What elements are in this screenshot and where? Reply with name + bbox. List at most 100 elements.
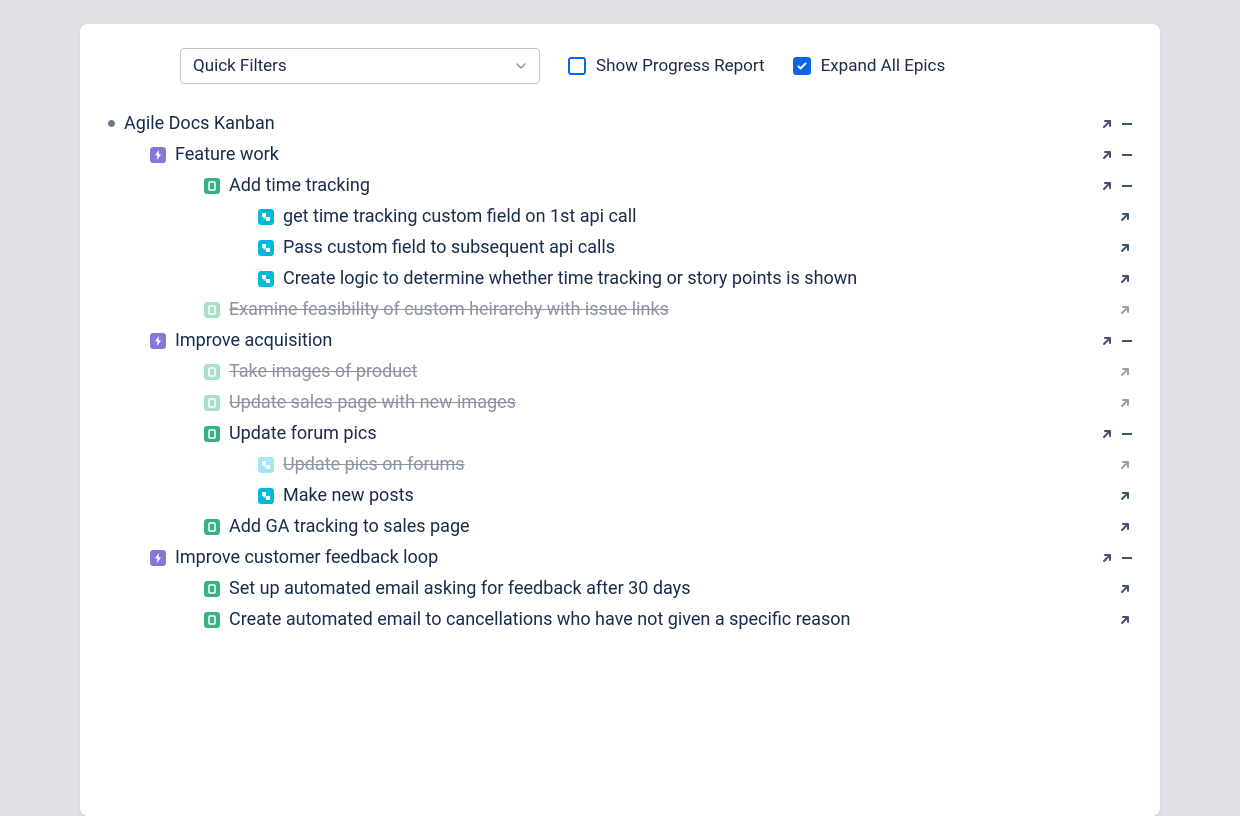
tree-row-label: Update forum pics [229, 418, 377, 449]
tree-row[interactable]: Make new posts [108, 480, 1132, 511]
open-externally-icon[interactable] [1100, 179, 1114, 193]
tree-row-label: Add time tracking [229, 170, 370, 201]
open-externally-icon[interactable] [1118, 458, 1132, 472]
row-actions [1118, 303, 1132, 317]
tree-row-label: get time tracking custom field on 1st ap… [283, 201, 636, 232]
row-actions [1118, 613, 1132, 627]
tree-row[interactable]: Agile Docs Kanban [108, 108, 1132, 139]
story-icon [204, 612, 220, 628]
quick-filters-label: Quick Filters [193, 56, 287, 76]
open-externally-icon[interactable] [1118, 396, 1132, 410]
row-actions [1118, 520, 1132, 534]
story-icon [204, 426, 220, 442]
tree-row[interactable]: Update sales page with new images [108, 387, 1132, 418]
open-externally-icon[interactable] [1100, 551, 1114, 565]
open-externally-icon[interactable] [1100, 117, 1114, 131]
row-actions [1100, 117, 1132, 131]
tree-row[interactable]: Create logic to determine whether time t… [108, 263, 1132, 294]
tree-row-label: Set up automated email asking for feedba… [229, 573, 690, 604]
row-actions [1118, 210, 1132, 224]
issue-tree: Agile Docs KanbanFeature workAdd time tr… [108, 108, 1132, 635]
story-icon [204, 581, 220, 597]
tree-row[interactable]: Feature work [108, 139, 1132, 170]
tree-row-label: Improve customer feedback loop [175, 542, 438, 573]
subtask-icon [258, 209, 274, 225]
tree-row-label: Take images of product [229, 356, 418, 387]
tree-row-label: Feature work [175, 139, 279, 170]
collapse-icon[interactable] [1122, 557, 1132, 559]
tree-row[interactable]: Improve customer feedback loop [108, 542, 1132, 573]
collapse-icon[interactable] [1122, 340, 1132, 342]
tree-row[interactable]: Update pics on forums [108, 449, 1132, 480]
tree-row-label: Make new posts [283, 480, 414, 511]
open-externally-icon[interactable] [1100, 148, 1114, 162]
story-icon [204, 178, 220, 194]
open-externally-icon[interactable] [1100, 427, 1114, 441]
row-actions [1118, 365, 1132, 379]
open-externally-icon[interactable] [1118, 210, 1132, 224]
row-actions [1118, 582, 1132, 596]
collapse-icon[interactable] [1122, 433, 1132, 435]
story-icon [204, 519, 220, 535]
row-actions [1100, 551, 1132, 565]
open-externally-icon[interactable] [1118, 303, 1132, 317]
show-progress-label: Show Progress Report [596, 56, 765, 76]
project-bullet-icon [108, 120, 115, 127]
tree-row[interactable]: get time tracking custom field on 1st ap… [108, 201, 1132, 232]
tree-row[interactable]: Set up automated email asking for feedba… [108, 573, 1132, 604]
tree-row[interactable]: Pass custom field to subsequent api call… [108, 232, 1132, 263]
row-actions [1118, 241, 1132, 255]
collapse-icon[interactable] [1122, 154, 1132, 156]
tree-row-label: Update pics on forums [283, 449, 465, 480]
tree-row-label: Pass custom field to subsequent api call… [283, 232, 615, 263]
tree-row[interactable]: Take images of product [108, 356, 1132, 387]
row-actions [1100, 427, 1132, 441]
checkbox-checked-icon [793, 57, 811, 75]
epic-icon [150, 550, 166, 566]
tree-row[interactable]: Add GA tracking to sales page [108, 511, 1132, 542]
row-actions [1100, 334, 1132, 348]
row-actions [1118, 396, 1132, 410]
tree-row-label: Add GA tracking to sales page [229, 511, 470, 542]
subtask-icon [258, 240, 274, 256]
collapse-icon[interactable] [1122, 123, 1132, 125]
epic-icon [150, 147, 166, 163]
collapse-icon[interactable] [1122, 185, 1132, 187]
tree-row-label: Examine feasibility of custom heirarchy … [229, 294, 669, 325]
open-externally-icon[interactable] [1118, 241, 1132, 255]
open-externally-icon[interactable] [1118, 365, 1132, 379]
tree-row[interactable]: Add time tracking [108, 170, 1132, 201]
expand-all-label: Expand All Epics [821, 56, 946, 76]
open-externally-icon[interactable] [1118, 582, 1132, 596]
expand-all-checkbox[interactable]: Expand All Epics [793, 56, 946, 76]
tree-row-label: Create automated email to cancellations … [229, 604, 850, 635]
tree-row[interactable]: Create automated email to cancellations … [108, 604, 1132, 635]
story-icon [204, 395, 220, 411]
story-icon [204, 364, 220, 380]
show-progress-checkbox[interactable]: Show Progress Report [568, 56, 765, 76]
tree-row[interactable]: Improve acquisition [108, 325, 1132, 356]
checkbox-unchecked-icon [568, 57, 586, 75]
open-externally-icon[interactable] [1118, 520, 1132, 534]
tree-row[interactable]: Update forum pics [108, 418, 1132, 449]
subtask-icon [258, 271, 274, 287]
open-externally-icon[interactable] [1118, 489, 1132, 503]
row-actions [1100, 148, 1132, 162]
open-externally-icon[interactable] [1118, 272, 1132, 286]
story-icon [204, 302, 220, 318]
tree-row-label: Agile Docs Kanban [124, 108, 275, 139]
row-actions [1118, 272, 1132, 286]
tree-row-label: Create logic to determine whether time t… [283, 263, 857, 294]
row-actions [1118, 458, 1132, 472]
tree-row[interactable]: Examine feasibility of custom heirarchy … [108, 294, 1132, 325]
tree-row-label: Update sales page with new images [229, 387, 516, 418]
chevron-down-icon [515, 60, 527, 72]
row-actions [1118, 489, 1132, 503]
tree-row-label: Improve acquisition [175, 325, 332, 356]
open-externally-icon[interactable] [1118, 613, 1132, 627]
epic-icon [150, 333, 166, 349]
quick-filters-select[interactable]: Quick Filters [180, 48, 540, 84]
toolbar: Quick Filters Show Progress Report Expan… [108, 48, 1132, 84]
open-externally-icon[interactable] [1100, 334, 1114, 348]
subtask-icon [258, 457, 274, 473]
